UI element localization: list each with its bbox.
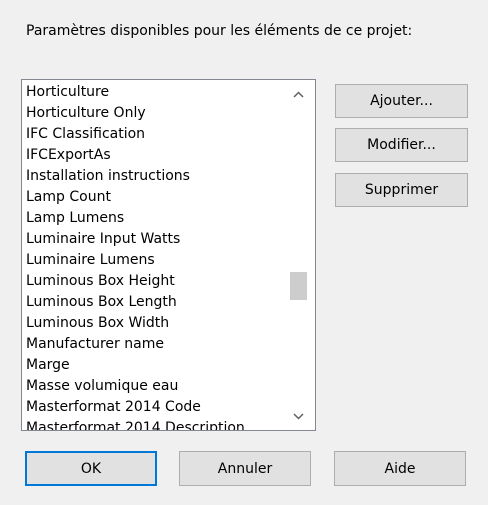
list-item[interactable]: Luminous Box Length (22, 292, 282, 313)
help-button[interactable]: Aide (334, 451, 466, 486)
list-item[interactable]: IFC Classification (22, 124, 282, 145)
parameters-listbox[interactable]: Horticulture Horticulture Only IFC Classif… (21, 79, 316, 431)
dialog-heading: Paramètres disponibles pour les éléments… (26, 23, 413, 39)
modify-button[interactable]: Modifier... (335, 128, 468, 162)
ok-button[interactable]: OK (25, 451, 157, 486)
list-scrollbar[interactable] (282, 80, 315, 430)
list-item[interactable]: Masse volumique eau (22, 376, 282, 397)
list-item[interactable]: Horticulture (22, 82, 282, 103)
list-item[interactable]: Marge (22, 355, 282, 376)
list-item[interactable]: Masterformat 2014 Description (22, 418, 282, 430)
list-item[interactable]: Luminous Box Height (22, 271, 282, 292)
delete-button[interactable]: Supprimer (335, 173, 468, 207)
list-item[interactable]: Installation instructions (22, 166, 282, 187)
list-item[interactable]: Luminaire Lumens (22, 250, 282, 271)
chevron-down-icon[interactable] (282, 406, 315, 426)
list-item[interactable]: Luminous Box Width (22, 313, 282, 334)
list-item[interactable]: Horticulture Only (22, 103, 282, 124)
chevron-up-icon[interactable] (282, 84, 315, 104)
list-item[interactable]: Lamp Lumens (22, 208, 282, 229)
list-item[interactable]: IFCExportAs (22, 145, 282, 166)
list-item[interactable]: Masterformat 2014 Code (22, 397, 282, 418)
cancel-button[interactable]: Annuler (179, 451, 311, 486)
list-item[interactable]: Lamp Count (22, 187, 282, 208)
scroll-thumb[interactable] (290, 272, 307, 300)
add-button[interactable]: Ajouter... (335, 84, 468, 118)
parameters-list[interactable]: Horticulture Horticulture Only IFC Classif… (22, 80, 282, 430)
list-item[interactable]: Luminaire Input Watts (22, 229, 282, 250)
list-item[interactable]: Manufacturer name (22, 334, 282, 355)
